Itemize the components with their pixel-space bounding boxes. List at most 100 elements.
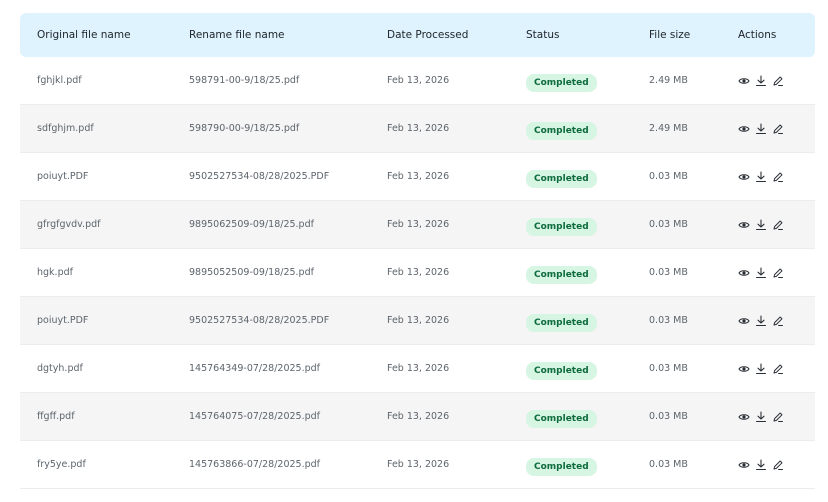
eye-icon[interactable] [738,123,750,135]
pencil-icon[interactable] [772,411,784,423]
row-actions [738,74,784,87]
original-file-name: ffgff.pdf [37,411,75,422]
row-actions [738,122,784,135]
download-icon[interactable] [755,458,767,471]
file-size: 0.03 MB [649,267,688,278]
rename-file-name: 145764075-07/28/2025.pdf [189,411,321,422]
original-file-name: gfrgfgvdv.pdf [37,219,101,230]
table-row: poiuyt.PDF 9502527534-08/28/2025.PDF Feb… [20,153,815,201]
download-icon[interactable] [755,410,767,423]
download-icon[interactable] [755,170,767,183]
original-file-name: fry5ye.pdf [37,459,86,470]
status-cell: Completed [526,310,597,332]
status-cell: Completed [526,358,597,380]
file-size: 2.49 MB [649,123,688,134]
status-cell: Completed [526,118,597,140]
download-icon[interactable] [755,218,767,231]
download-icon[interactable] [755,122,767,135]
pencil-icon[interactable] [772,363,784,375]
pencil-icon[interactable] [772,123,784,135]
header-rename-file-name[interactable]: Rename file name [189,29,285,41]
date-processed: Feb 13, 2026 [387,315,450,326]
table-row: poiuyt.PDF 9502527534-08/28/2025.PDF Feb… [20,297,815,345]
file-size: 0.03 MB [649,411,688,422]
status-cell: Completed [526,214,597,236]
files-table: Original file name Rename file name Date… [20,13,815,489]
date-processed: Feb 13, 2026 [387,363,450,374]
pencil-icon[interactable] [772,267,784,279]
date-processed: Feb 13, 2026 [387,123,450,134]
eye-icon[interactable] [738,411,750,423]
status-badge: Completed [526,265,597,284]
row-actions [738,314,784,327]
original-file-name: poiuyt.PDF [37,171,89,182]
status-cell: Completed [526,454,597,476]
file-size: 0.03 MB [649,363,688,374]
row-actions [738,410,784,423]
rename-file-name: 145764349-07/28/2025.pdf [189,363,321,374]
download-icon[interactable] [755,266,767,279]
header-file-size[interactable]: File size [649,29,690,41]
row-actions [738,218,784,231]
download-icon[interactable] [755,74,767,87]
status-cell: Completed [526,406,597,428]
table-row: dgtyh.pdf 145764349-07/28/2025.pdf Feb 1… [20,345,815,393]
file-size: 0.03 MB [649,171,688,182]
file-size: 2.49 MB [649,75,688,86]
rename-file-name: 598790-00-9/18/25.pdf [189,123,300,134]
rename-file-name: 9895062509-09/18/25.pdf [189,219,314,230]
status-cell: Completed [526,166,597,188]
table-row: hgk.pdf 9895052509-09/18/25.pdf Feb 13, … [20,249,815,297]
pencil-icon[interactable] [772,459,784,471]
table-row: fghjkl.pdf 598791-00-9/18/25.pdf Feb 13,… [20,57,815,105]
rename-file-name: 598791-00-9/18/25.pdf [189,75,300,86]
status-badge: Completed [526,361,597,380]
eye-icon[interactable] [738,315,750,327]
pencil-icon[interactable] [772,171,784,183]
header-date-processed[interactable]: Date Processed [387,29,468,41]
header-original-file-name[interactable]: Original file name [37,29,131,41]
eye-icon[interactable] [738,267,750,279]
status-badge: Completed [526,121,597,140]
status-cell: Completed [526,70,597,92]
date-processed: Feb 13, 2026 [387,411,450,422]
eye-icon[interactable] [738,75,750,87]
status-badge: Completed [526,313,597,332]
status-badge: Completed [526,73,597,92]
status-badge: Completed [526,409,597,428]
rename-file-name: 145763866-07/28/2025.pdf [189,459,321,470]
pencil-icon[interactable] [772,75,784,87]
row-actions [738,266,784,279]
download-icon[interactable] [755,314,767,327]
header-actions: Actions [738,29,777,41]
eye-icon[interactable] [738,363,750,375]
rename-file-name: 9895052509-09/18/25.pdf [189,267,314,278]
eye-icon[interactable] [738,219,750,231]
table-row: fry5ye.pdf 145763866-07/28/2025.pdf Feb … [20,441,815,489]
date-processed: Feb 13, 2026 [387,219,450,230]
file-size: 0.03 MB [649,315,688,326]
date-processed: Feb 13, 2026 [387,459,450,470]
status-badge: Completed [526,169,597,188]
download-icon[interactable] [755,362,767,375]
file-size: 0.03 MB [649,459,688,470]
pencil-icon[interactable] [772,219,784,231]
date-processed: Feb 13, 2026 [387,75,450,86]
original-file-name: poiuyt.PDF [37,315,89,326]
table-row: gfrgfgvdv.pdf 9895062509-09/18/25.pdf Fe… [20,201,815,249]
row-actions [738,170,784,183]
status-cell: Completed [526,262,597,284]
date-processed: Feb 13, 2026 [387,267,450,278]
pencil-icon[interactable] [772,315,784,327]
table-row: ffgff.pdf 145764075-07/28/2025.pdf Feb 1… [20,393,815,441]
eye-icon[interactable] [738,171,750,183]
rename-file-name: 9502527534-08/28/2025.PDF [189,315,330,326]
row-actions [738,362,784,375]
header-status[interactable]: Status [526,29,559,41]
table-header: Original file name Rename file name Date… [20,13,815,57]
eye-icon[interactable] [738,459,750,471]
status-badge: Completed [526,457,597,476]
status-badge: Completed [526,217,597,236]
table-body: fghjkl.pdf 598791-00-9/18/25.pdf Feb 13,… [20,57,815,489]
date-processed: Feb 13, 2026 [387,171,450,182]
